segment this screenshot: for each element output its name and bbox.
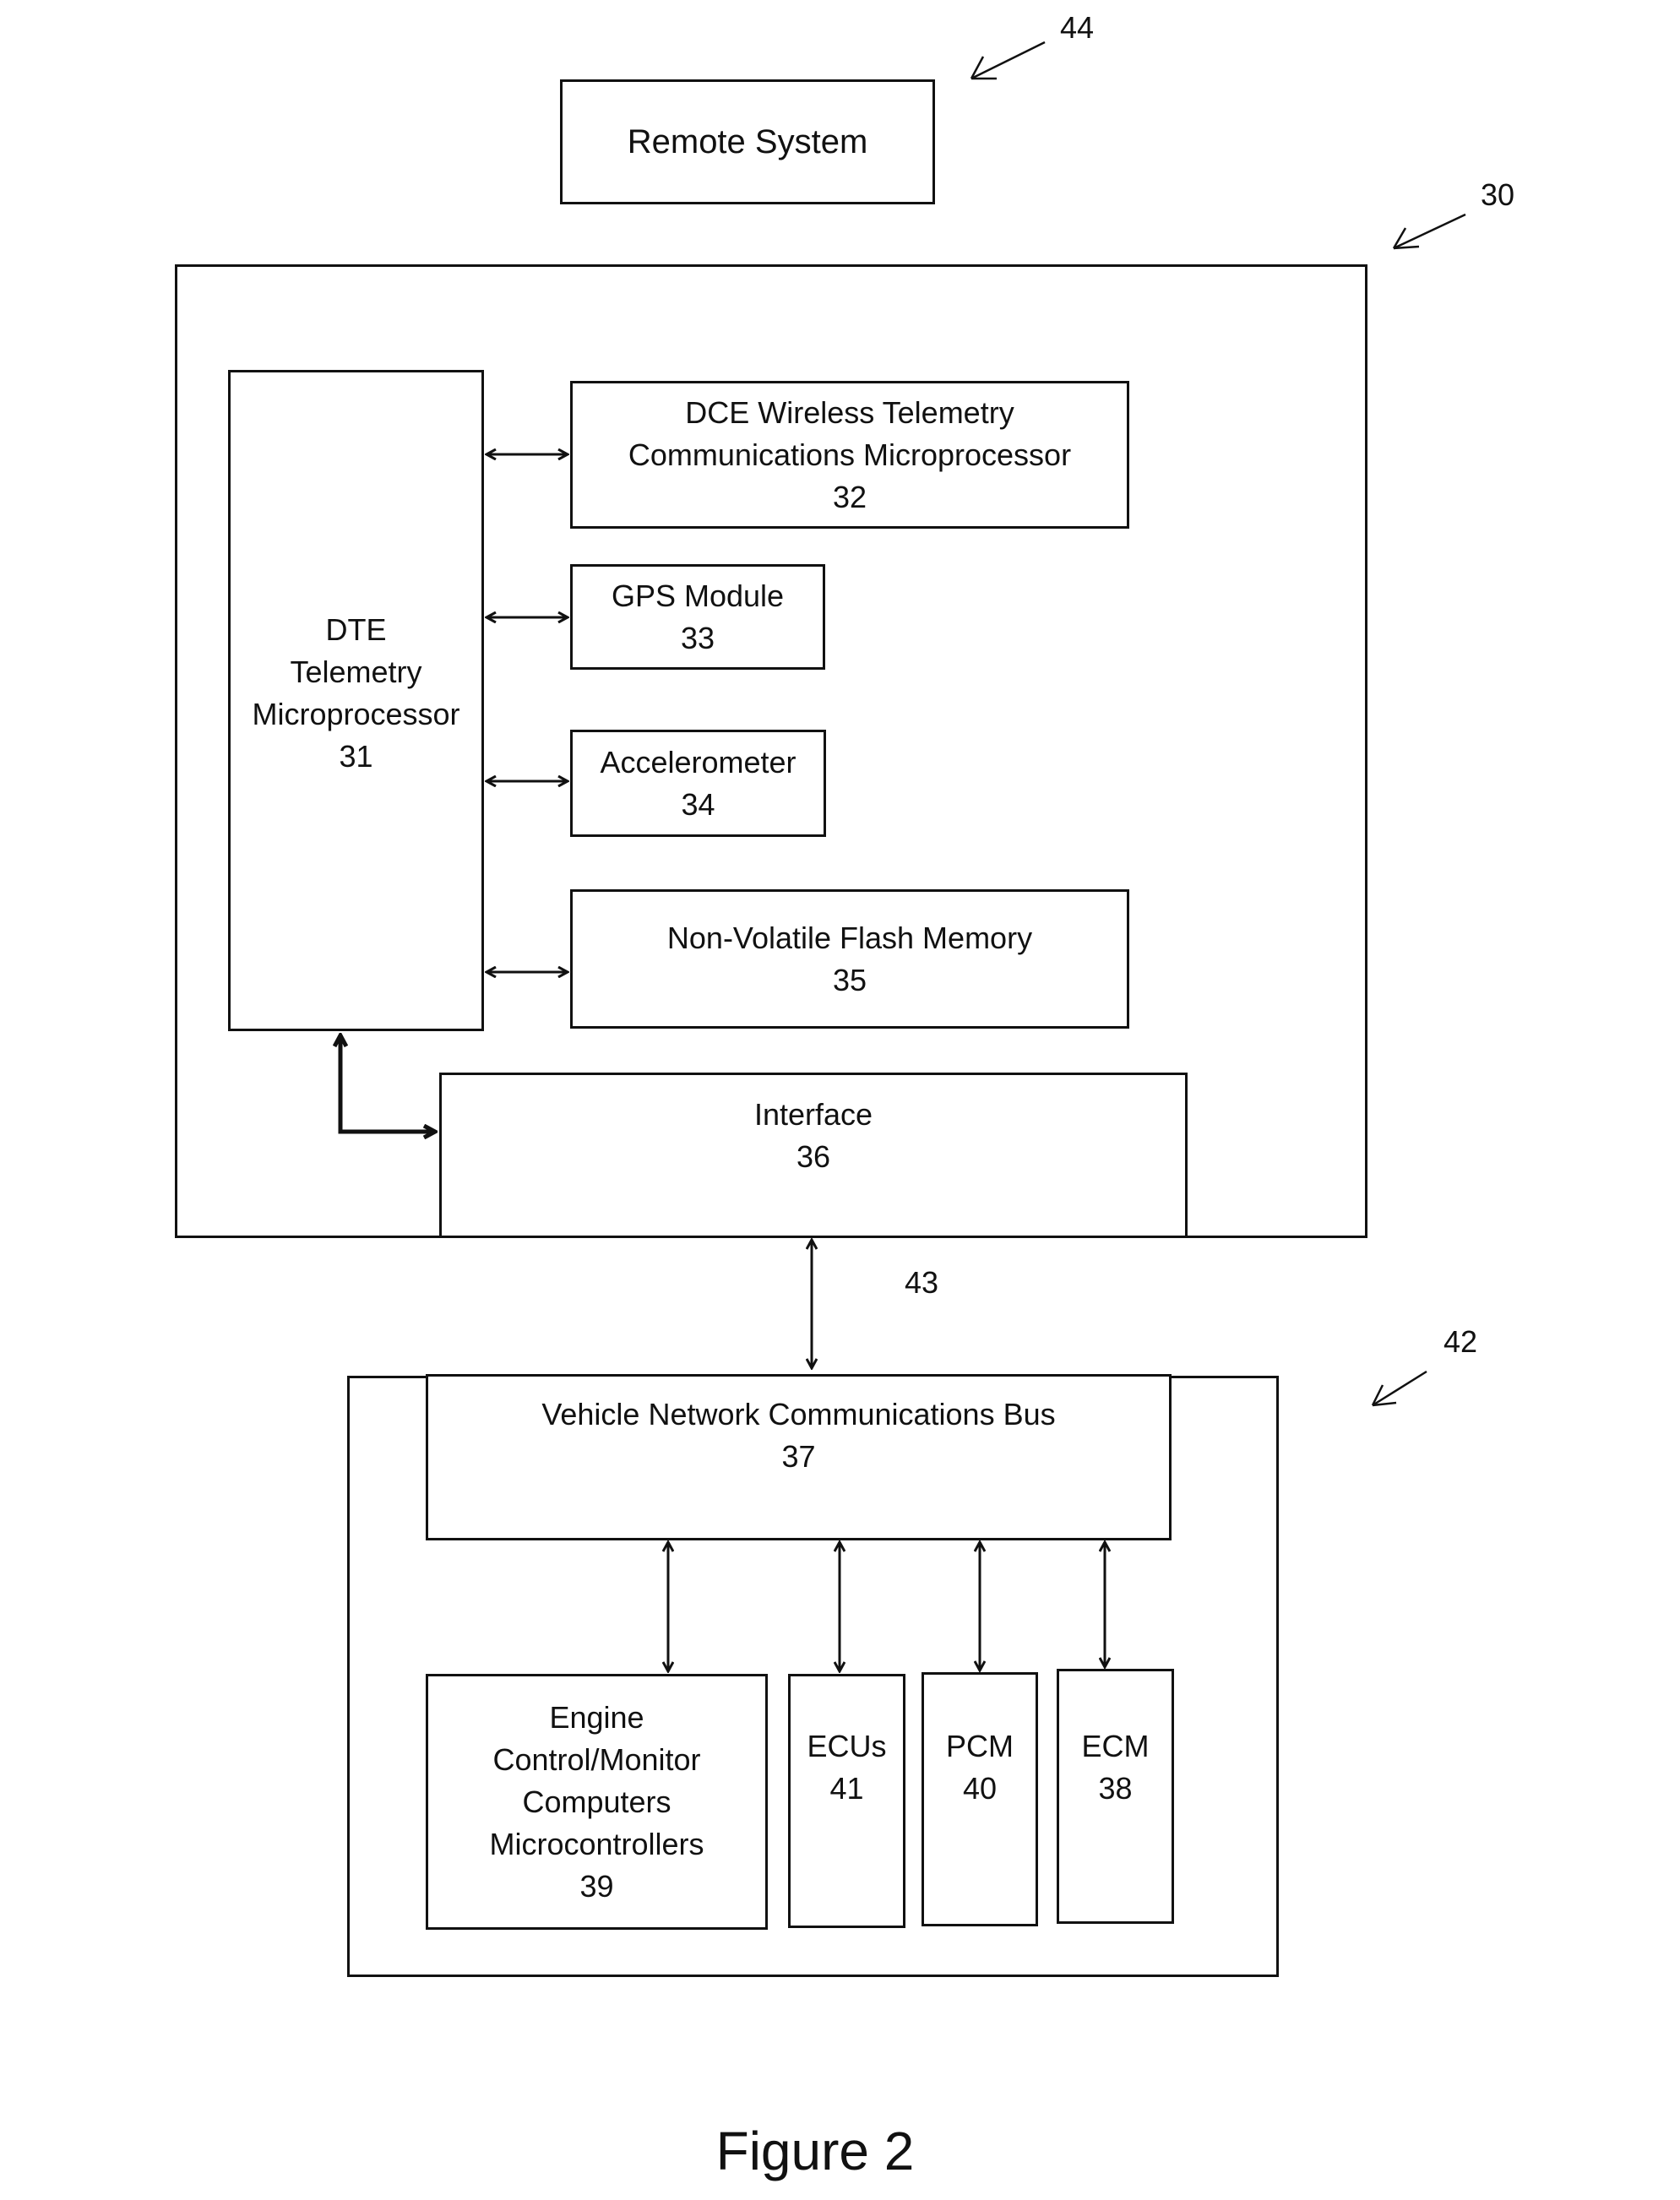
gps-label: GPS Module xyxy=(611,578,785,613)
dte-number: 31 xyxy=(339,739,373,774)
bus-number: 37 xyxy=(781,1439,816,1474)
gps-number: 33 xyxy=(680,620,715,655)
ref-label-42: 42 xyxy=(1443,1324,1478,1359)
dce-number: 32 xyxy=(832,479,867,514)
gps-module-box: GPS Module 33 xyxy=(570,564,825,670)
interface-box: Interface 36 xyxy=(439,1073,1188,1238)
pcm-box: PCM 40 xyxy=(922,1672,1038,1926)
ecm-number: 38 xyxy=(1098,1771,1133,1806)
engine-label-line: Microcontrollers xyxy=(489,1826,704,1861)
dce-microprocessor-box: DCE Wireless Telemetry Communications Mi… xyxy=(570,381,1129,529)
pointer-arrow-44 xyxy=(970,41,1046,80)
pcm-label: PCM xyxy=(946,1729,1014,1763)
dte-label-line: DTE xyxy=(325,612,387,647)
interface-number: 36 xyxy=(796,1139,831,1174)
remote-system-label: Remote System xyxy=(627,123,868,160)
engine-label-line: Control/Monitor xyxy=(492,1741,701,1777)
figure-caption: Figure 2 xyxy=(715,2121,915,2181)
ecm-label: ECM xyxy=(1081,1729,1150,1763)
ref-label-30: 30 xyxy=(1481,177,1515,212)
ecm-box: ECM 38 xyxy=(1057,1669,1174,1924)
remote-system-box: Remote System xyxy=(560,79,935,204)
interface-label: Interface xyxy=(753,1097,873,1132)
dce-label-line: Communications Microprocessor xyxy=(628,437,1072,472)
dce-label-line: DCE Wireless Telemetry xyxy=(685,394,1014,430)
ecus-number: 41 xyxy=(829,1771,864,1806)
engine-label-line: Computers xyxy=(522,1784,671,1819)
ecus-label: ECUs xyxy=(807,1729,887,1763)
accelerometer-number: 34 xyxy=(681,786,715,822)
vehicle-bus-box: Vehicle Network Communications Bus 37 xyxy=(426,1374,1172,1540)
ecus-box: ECUs 41 xyxy=(788,1674,905,1928)
dte-microprocessor-box: DTE Telemetry Microprocessor 31 xyxy=(228,370,484,1031)
pcm-number: 40 xyxy=(962,1771,998,1806)
engine-label-line: Engine xyxy=(549,1699,644,1735)
flash-number: 35 xyxy=(832,962,867,997)
dte-label-line: Telemetry xyxy=(290,655,422,689)
dte-label-line: Microprocessor xyxy=(252,697,460,731)
flash-memory-box: Non-Volatile Flash Memory 35 xyxy=(570,889,1129,1029)
ref-label-43: 43 xyxy=(905,1265,939,1300)
accelerometer-label: Accelerometer xyxy=(600,744,797,780)
flash-label: Non-Volatile Flash Memory xyxy=(666,920,1033,955)
engine-number: 39 xyxy=(579,1868,614,1904)
bus-label: Vehicle Network Communications Bus xyxy=(541,1397,1056,1431)
ref-label-44: 44 xyxy=(1060,10,1095,45)
accelerometer-box: Accelerometer 34 xyxy=(570,730,826,837)
engine-control-box: Engine Control/Monitor Computers Microco… xyxy=(426,1674,768,1930)
